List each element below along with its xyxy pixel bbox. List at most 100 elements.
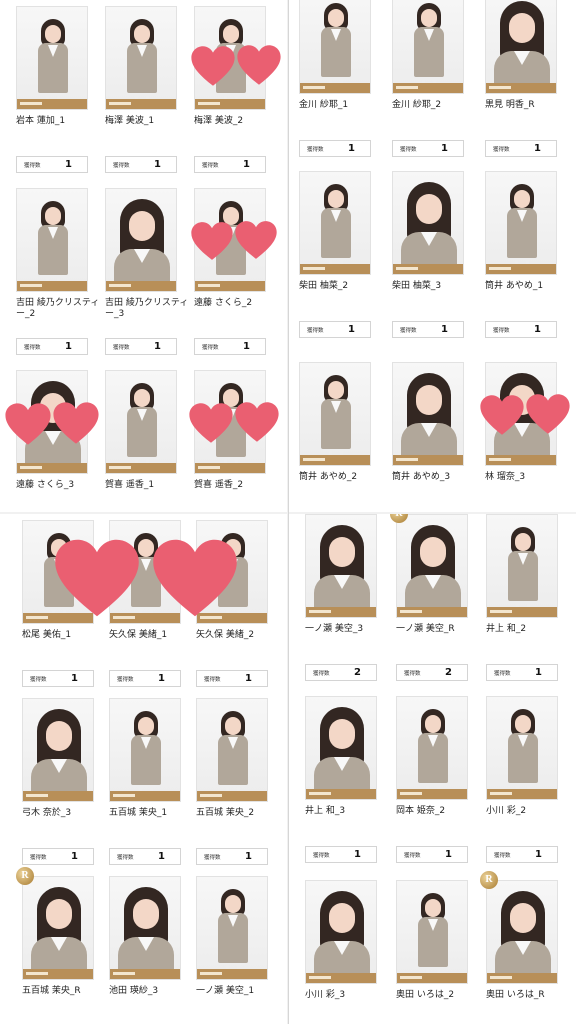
card-name: 奥田 いろは_2 <box>396 990 455 1000</box>
screenshot-panel-3: 金川 紗耶_1獲得数1金川 紗耶_2獲得数1R黒見 明香_R獲得数1柴田 柚菜_… <box>289 0 576 512</box>
count-value: 1 <box>441 324 448 335</box>
count-value: 2 <box>354 667 361 678</box>
count-label: 獲得数 <box>202 345 219 351</box>
member-photo[interactable] <box>22 698 94 802</box>
count-box: 獲得数 1 <box>299 140 371 157</box>
count-label: 獲得数 <box>494 671 511 677</box>
member-photo[interactable] <box>105 6 177 110</box>
member-photo[interactable] <box>16 188 88 292</box>
count-label: 獲得数 <box>494 853 511 859</box>
card-name: 筒井 あやめ_2 <box>299 472 358 482</box>
count-box: 獲得数 1 <box>196 670 268 687</box>
member-photo[interactable] <box>485 0 557 94</box>
count-box: 獲得数 1 <box>109 848 181 865</box>
member-photo[interactable] <box>305 880 377 984</box>
member-photo[interactable] <box>486 880 558 984</box>
card-name: 一ノ瀬 美空_1 <box>196 986 255 996</box>
card-name: 奥田 いろは_R <box>486 990 545 1000</box>
count-box: 獲得数 1 <box>105 156 177 173</box>
card-name: 林 瑠奈_3 <box>485 472 526 482</box>
count-label: 獲得数 <box>117 677 134 683</box>
count-value: 1 <box>243 341 250 352</box>
member-photo[interactable] <box>485 171 557 275</box>
member-photo[interactable] <box>109 698 181 802</box>
member-photo[interactable] <box>392 0 464 94</box>
card-name: 井上 和_2 <box>486 624 527 634</box>
rare-badge-icon: R <box>480 871 498 889</box>
count-label: 獲得数 <box>313 671 330 677</box>
count-box: 獲得数 1 <box>299 321 371 338</box>
count-value: 1 <box>154 159 161 170</box>
card-name: 一ノ瀬 美空_R <box>396 624 455 634</box>
member-photo[interactable] <box>486 696 558 800</box>
count-value: 1 <box>245 851 252 862</box>
count-value: 1 <box>348 324 355 335</box>
member-photo[interactable] <box>105 188 177 292</box>
card-name: 遠藤 さくら_2 <box>194 298 253 308</box>
heart-icon <box>4 400 52 452</box>
card-name: 池田 瑛紗_3 <box>109 986 159 996</box>
member-photo[interactable] <box>16 6 88 110</box>
member-photo[interactable] <box>299 0 371 94</box>
member-photo[interactable] <box>392 362 464 466</box>
count-box: 獲得数 1 <box>486 846 558 863</box>
count-label: 獲得数 <box>202 163 219 169</box>
screenshot-panel-1: 岩本 蓮加_1 獲得数 1 梅澤 美波_1 獲得数 1 梅澤 美波_2 獲得数 1 吉田 綾乃クリ… <box>0 0 287 512</box>
card-name: 岩本 蓮加_1 <box>16 116 66 126</box>
member-photo[interactable] <box>299 362 371 466</box>
count-label: 獲得数 <box>204 677 221 683</box>
card-name: 小川 彩_3 <box>305 990 346 1000</box>
count-box: 獲得数 1 <box>194 338 266 355</box>
member-photo[interactable] <box>396 514 468 618</box>
card-name: 金川 紗耶_2 <box>392 100 442 110</box>
member-photo[interactable] <box>109 876 181 980</box>
count-label: 獲得数 <box>493 328 510 334</box>
count-label: 獲得数 <box>117 855 134 861</box>
count-box: 獲得数 1 <box>305 846 377 863</box>
count-value: 1 <box>71 851 78 862</box>
member-photo[interactable] <box>299 171 371 275</box>
count-value: 1 <box>445 849 452 860</box>
card-name: 吉田 綾乃クリスティー_2 <box>16 298 100 319</box>
member-photo[interactable] <box>392 171 464 275</box>
count-value: 1 <box>243 159 250 170</box>
count-value: 1 <box>441 143 448 154</box>
count-value: 1 <box>158 851 165 862</box>
card-name: 賀喜 遥香_2 <box>194 480 244 490</box>
count-label: 獲得数 <box>24 163 41 169</box>
count-box: 獲得数 1 <box>109 670 181 687</box>
card-name: 小川 彩_2 <box>486 806 527 816</box>
member-photo[interactable] <box>105 370 177 474</box>
heart-icon <box>150 538 240 622</box>
count-value: 1 <box>65 159 72 170</box>
member-photo[interactable] <box>196 698 268 802</box>
count-label: 獲得数 <box>204 855 221 861</box>
member-photo[interactable] <box>305 696 377 800</box>
count-box: 獲得数 1 <box>16 156 88 173</box>
heart-icon <box>52 399 100 451</box>
count-label: 獲得数 <box>113 345 130 351</box>
member-photo[interactable] <box>22 876 94 980</box>
card-name: 吉田 綾乃クリスティー_3 <box>105 298 189 319</box>
member-photo[interactable] <box>396 880 468 984</box>
card-name: 遠藤 さくら_3 <box>16 480 75 490</box>
member-photo[interactable] <box>396 696 468 800</box>
heart-icon <box>190 44 236 92</box>
count-label: 獲得数 <box>30 677 47 683</box>
count-value: 2 <box>445 667 452 678</box>
heart-icon <box>234 401 280 447</box>
count-value: 1 <box>534 324 541 335</box>
card-name: 金川 紗耶_1 <box>299 100 349 110</box>
card-name: 五百城 茉央_2 <box>196 808 255 818</box>
heart-icon <box>190 220 234 266</box>
member-photo[interactable] <box>305 514 377 618</box>
card-name: 柴田 柚菜_3 <box>392 281 442 291</box>
count-box: 獲得数 1 <box>22 848 94 865</box>
card-name: 弓木 奈於_3 <box>22 808 72 818</box>
member-photo[interactable] <box>486 514 558 618</box>
count-label: 獲得数 <box>404 671 421 677</box>
card-name: 柴田 柚菜_2 <box>299 281 349 291</box>
card-name: 一ノ瀬 美空_3 <box>305 624 364 634</box>
member-photo[interactable] <box>196 876 268 980</box>
card-name: 梅澤 美波_2 <box>194 116 244 126</box>
